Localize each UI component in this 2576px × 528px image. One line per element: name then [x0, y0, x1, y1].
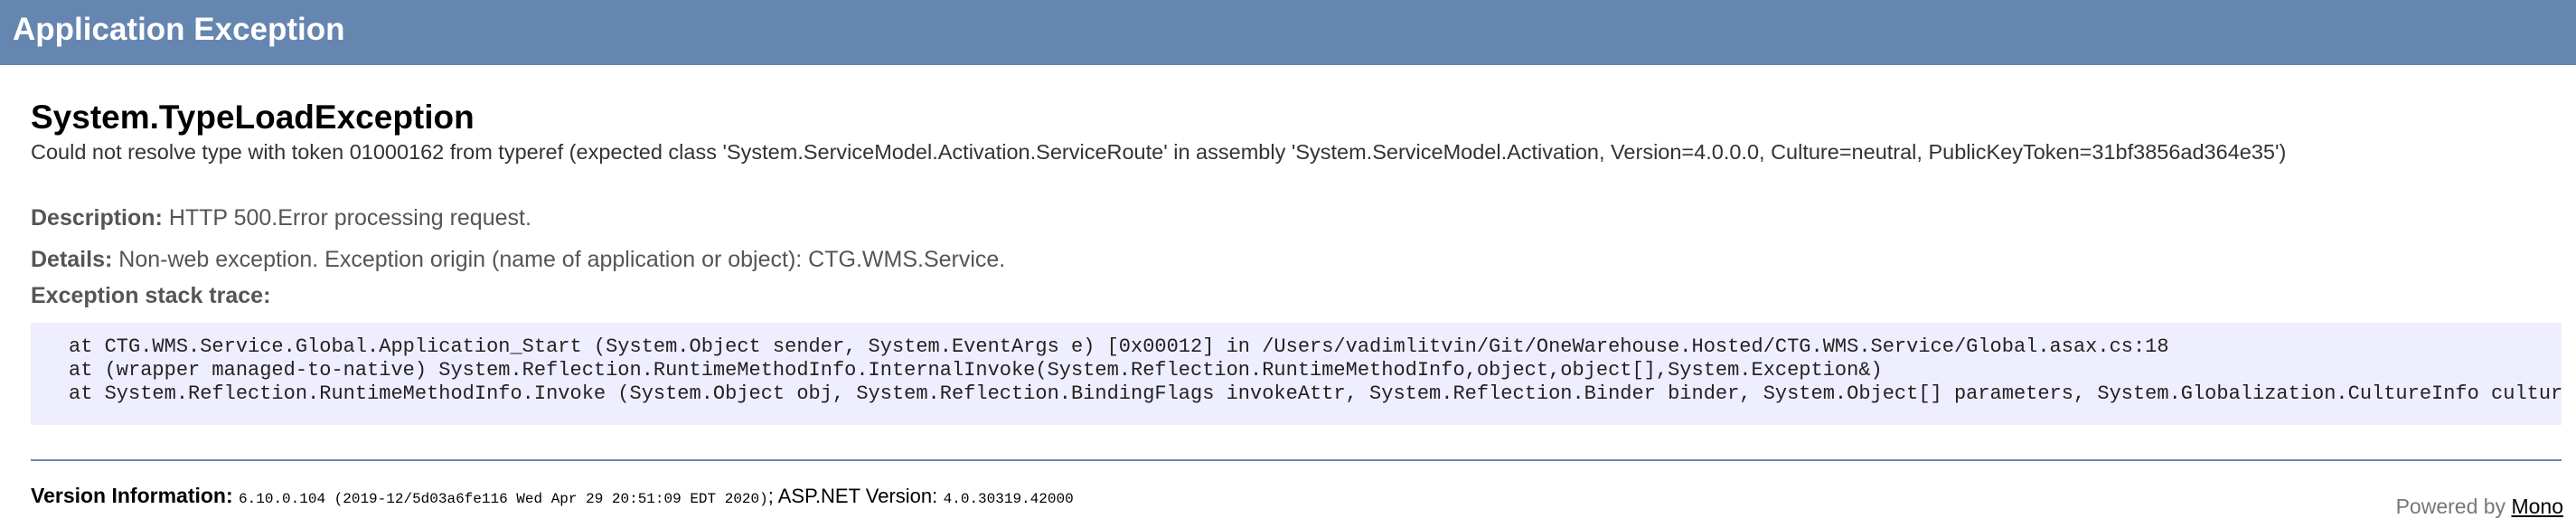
version-information: Version Information: 6.10.0.104 (2019-12… — [31, 468, 1074, 526]
aspnet-version: 4.0.30319.42000 — [943, 491, 1074, 507]
footer-divider — [31, 459, 2562, 461]
description-label: Description: — [31, 205, 163, 231]
powered-by: Powered by Mono — [2396, 493, 2563, 520]
exception-type: System.TypeLoadException — [31, 99, 475, 136]
stack-trace-title: Exception stack trace: — [31, 283, 271, 308]
stack-trace-line: at System.Reflection.RuntimeMethodInfo.I… — [69, 382, 2562, 405]
page-title: Application Exception — [13, 12, 345, 47]
description-value: HTTP 500.Error processing request. — [168, 205, 531, 231]
mono-link[interactable]: Mono — [2511, 495, 2563, 518]
aspnet-version-label: ; ASP.NET Version: — [767, 485, 938, 507]
version-label: Version Information: — [31, 484, 233, 507]
stack-trace-line: at (wrapper managed-to-native) System.Re… — [69, 359, 1883, 382]
description-line: Description: HTTP 500.Error processing r… — [31, 204, 531, 231]
details-label: Details: — [31, 247, 113, 272]
stack-trace-box[interactable]: at CTG.WMS.Service.Global.Application_St… — [31, 323, 2562, 425]
details-line: Details: Non-web exception. Exception or… — [31, 246, 1005, 273]
details-value: Non-web exception. Exception origin (nam… — [118, 247, 1006, 272]
stack-trace-line: at CTG.WMS.Service.Global.Application_St… — [69, 335, 2169, 358]
exception-message: Could not resolve type with token 010001… — [31, 140, 2287, 164]
error-header: Application Exception — [0, 0, 2576, 65]
mono-version: 6.10.0.104 (2019-12/5d03a6fe116 Wed Apr … — [239, 491, 768, 507]
powered-by-label: Powered by — [2395, 495, 2506, 518]
